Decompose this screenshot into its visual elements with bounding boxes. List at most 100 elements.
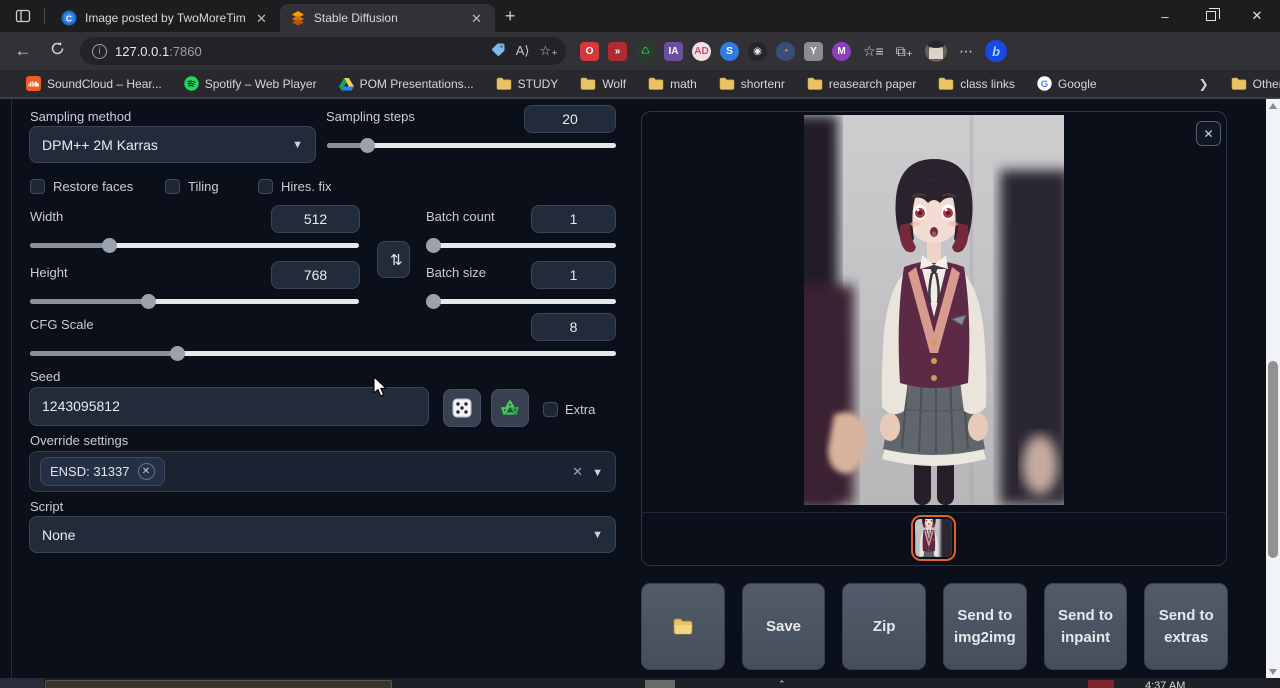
shopping-tag-icon[interactable] <box>491 42 506 60</box>
address-bar[interactable]: i 127.0.0.1 :7860 A⟩ ☆₊ <box>80 37 566 65</box>
restore-faces-checkbox[interactable] <box>30 179 45 194</box>
profile-avatar[interactable] <box>925 40 947 62</box>
tab-stable-diffusion[interactable]: Stable Diffusion ✕ <box>280 4 495 32</box>
tab-close-icon[interactable]: ✕ <box>468 11 485 26</box>
sampling-steps-slider[interactable] <box>327 138 616 153</box>
recycle-icon <box>500 398 520 418</box>
extension-trash-icon[interactable]: ♺ <box>636 42 655 61</box>
folder-icon <box>648 77 664 91</box>
bookmark-item[interactable]: shortenr <box>719 77 785 91</box>
read-aloud-icon[interactable]: A⟩ <box>516 43 530 59</box>
collections-icon[interactable]: ⧉₊ <box>896 43 913 60</box>
width-input[interactable]: 512 <box>271 205 360 233</box>
bookmark-other-favorites[interactable]: Other favorites <box>1231 77 1280 91</box>
batch-size-input[interactable]: 1 <box>531 261 616 289</box>
bookmark-item[interactable]: Spotify – Web Player <box>184 76 317 91</box>
bing-sidebar-icon[interactable]: b <box>985 40 1007 62</box>
send-to-extras-button[interactable]: Send to extras <box>1144 583 1228 670</box>
batch-size-slider[interactable] <box>427 294 616 309</box>
extension-fast-forward-icon[interactable]: » <box>608 42 627 61</box>
dice-icon <box>452 398 472 418</box>
tiling-checkbox[interactable] <box>165 179 180 194</box>
clear-all-icon[interactable]: ✕ <box>572 464 583 480</box>
refresh-button[interactable] <box>40 41 74 61</box>
new-tab-button[interactable]: + <box>505 6 516 27</box>
extension-m-purple-icon[interactable]: M <box>832 42 851 61</box>
minimize-button[interactable]: – <box>1142 0 1188 32</box>
tab-bar: C Image posted by TwoMoreTimes ✕ Stable … <box>0 0 1280 32</box>
window-controls: – ✕ <box>1142 0 1280 32</box>
batch-count-input[interactable]: 1 <box>531 205 616 233</box>
bookmark-item[interactable]: SoundCloud – Hear... <box>26 76 162 91</box>
bookmark-item[interactable]: math <box>648 77 697 91</box>
remove-token-icon[interactable]: ✕ <box>138 463 155 480</box>
bookmark-item[interactable]: reasearch paper <box>807 77 916 91</box>
batch-size-label: Batch size <box>426 265 486 280</box>
send-to-inpaint-button[interactable]: Send to inpaint <box>1044 583 1128 670</box>
taskbar-app-indicator[interactable] <box>645 680 675 688</box>
tiling-label: Tiling <box>188 179 219 194</box>
open-folder-button[interactable] <box>641 583 725 670</box>
extension-globe-icon[interactable]: ◔ <box>776 42 795 61</box>
taskbar-icon[interactable] <box>1088 680 1114 688</box>
override-token[interactable]: ENSD: 31337 ✕ <box>40 457 165 486</box>
scroll-up-icon[interactable] <box>1269 103 1277 109</box>
hidden-icons-chevron[interactable]: ⌃ <box>778 679 786 688</box>
swap-dimensions-button[interactable]: ⇅ <box>377 241 410 278</box>
hires-fix-checkbox[interactable] <box>258 179 273 194</box>
site-info-icon[interactable]: i <box>92 44 107 59</box>
folder-icon <box>938 77 954 91</box>
bookmark-item[interactable]: class links <box>938 77 1015 91</box>
width-slider[interactable] <box>30 238 359 253</box>
extension-red-o-icon[interactable]: O <box>580 42 599 61</box>
zip-button[interactable]: Zip <box>842 583 926 670</box>
settings-more-icon[interactable]: ⋯ <box>959 43 973 60</box>
bookmarks-overflow-icon[interactable]: ❯ <box>1199 77 1209 91</box>
seed-input[interactable]: 1243095812 <box>29 387 429 426</box>
bookmark-item[interactable]: POM Presentations... <box>339 77 474 91</box>
page-scrollbar[interactable] <box>1266 99 1280 679</box>
height-input[interactable]: 768 <box>271 261 360 289</box>
save-button[interactable]: Save <box>742 583 826 670</box>
close-window-button[interactable]: ✕ <box>1234 0 1280 32</box>
windows-taskbar-sliver: ⌃ 4:37 AM <box>0 678 1280 688</box>
tab-close-icon[interactable]: ✕ <box>253 11 270 26</box>
generated-image[interactable] <box>804 115 1064 505</box>
extra-seed-checkbox[interactable] <box>543 402 558 417</box>
cfg-scale-input[interactable]: 8 <box>531 313 616 341</box>
bookmark-item[interactable]: Wolf <box>580 77 626 91</box>
height-slider[interactable] <box>30 294 359 309</box>
favorites-menu-icon[interactable]: ☆≡ <box>863 43 884 60</box>
tab-title: Image posted by TwoMoreTimes <box>85 11 245 25</box>
scroll-down-icon[interactable] <box>1269 669 1277 675</box>
folder-icon <box>719 77 735 91</box>
tab-actions-menu-icon[interactable] <box>8 4 38 28</box>
send-to-img2img-button[interactable]: Send to img2img <box>943 583 1027 670</box>
extension-y-gray-icon[interactable]: Y <box>804 42 823 61</box>
start-area[interactable] <box>0 678 44 688</box>
extension-map-pin-icon[interactable]: ◉ <box>748 42 767 61</box>
batch-count-slider[interactable] <box>427 238 616 253</box>
extension-internet-archive-icon[interactable]: IA <box>664 42 683 61</box>
sampling-method-dropdown[interactable]: DPM++ 2M Karras ▼ <box>29 126 316 163</box>
taskbar-search-box[interactable] <box>45 680 392 688</box>
tab-civitai[interactable]: C Image posted by TwoMoreTimes ✕ <box>51 4 280 32</box>
override-settings-box[interactable]: ENSD: 31337 ✕ ✕ ▼ <box>29 451 616 492</box>
extension-ad-circle-icon[interactable]: AD <box>692 42 711 61</box>
bookmark-item[interactable]: GGoogle <box>1037 76 1097 91</box>
script-dropdown[interactable]: None ▼ <box>29 516 616 553</box>
extension-shazam-icon[interactable]: S <box>720 42 739 61</box>
gallery-thumbnail-selected[interactable] <box>911 515 956 561</box>
svg-text:G: G <box>1041 79 1048 90</box>
close-gallery-button[interactable]: ✕ <box>1196 121 1221 146</box>
favorite-star-icon[interactable]: ☆₊ <box>539 43 558 59</box>
reuse-seed-button[interactable] <box>491 389 529 427</box>
scrollbar-thumb[interactable] <box>1268 361 1278 558</box>
restore-button[interactable] <box>1188 0 1234 32</box>
override-settings-label: Override settings <box>30 433 128 448</box>
bookmark-item[interactable]: STUDY <box>496 77 559 91</box>
back-button[interactable]: ← <box>6 41 40 61</box>
sampling-steps-input[interactable]: 20 <box>524 105 616 133</box>
random-seed-button[interactable] <box>443 389 481 427</box>
cfg-scale-slider[interactable] <box>30 346 616 361</box>
